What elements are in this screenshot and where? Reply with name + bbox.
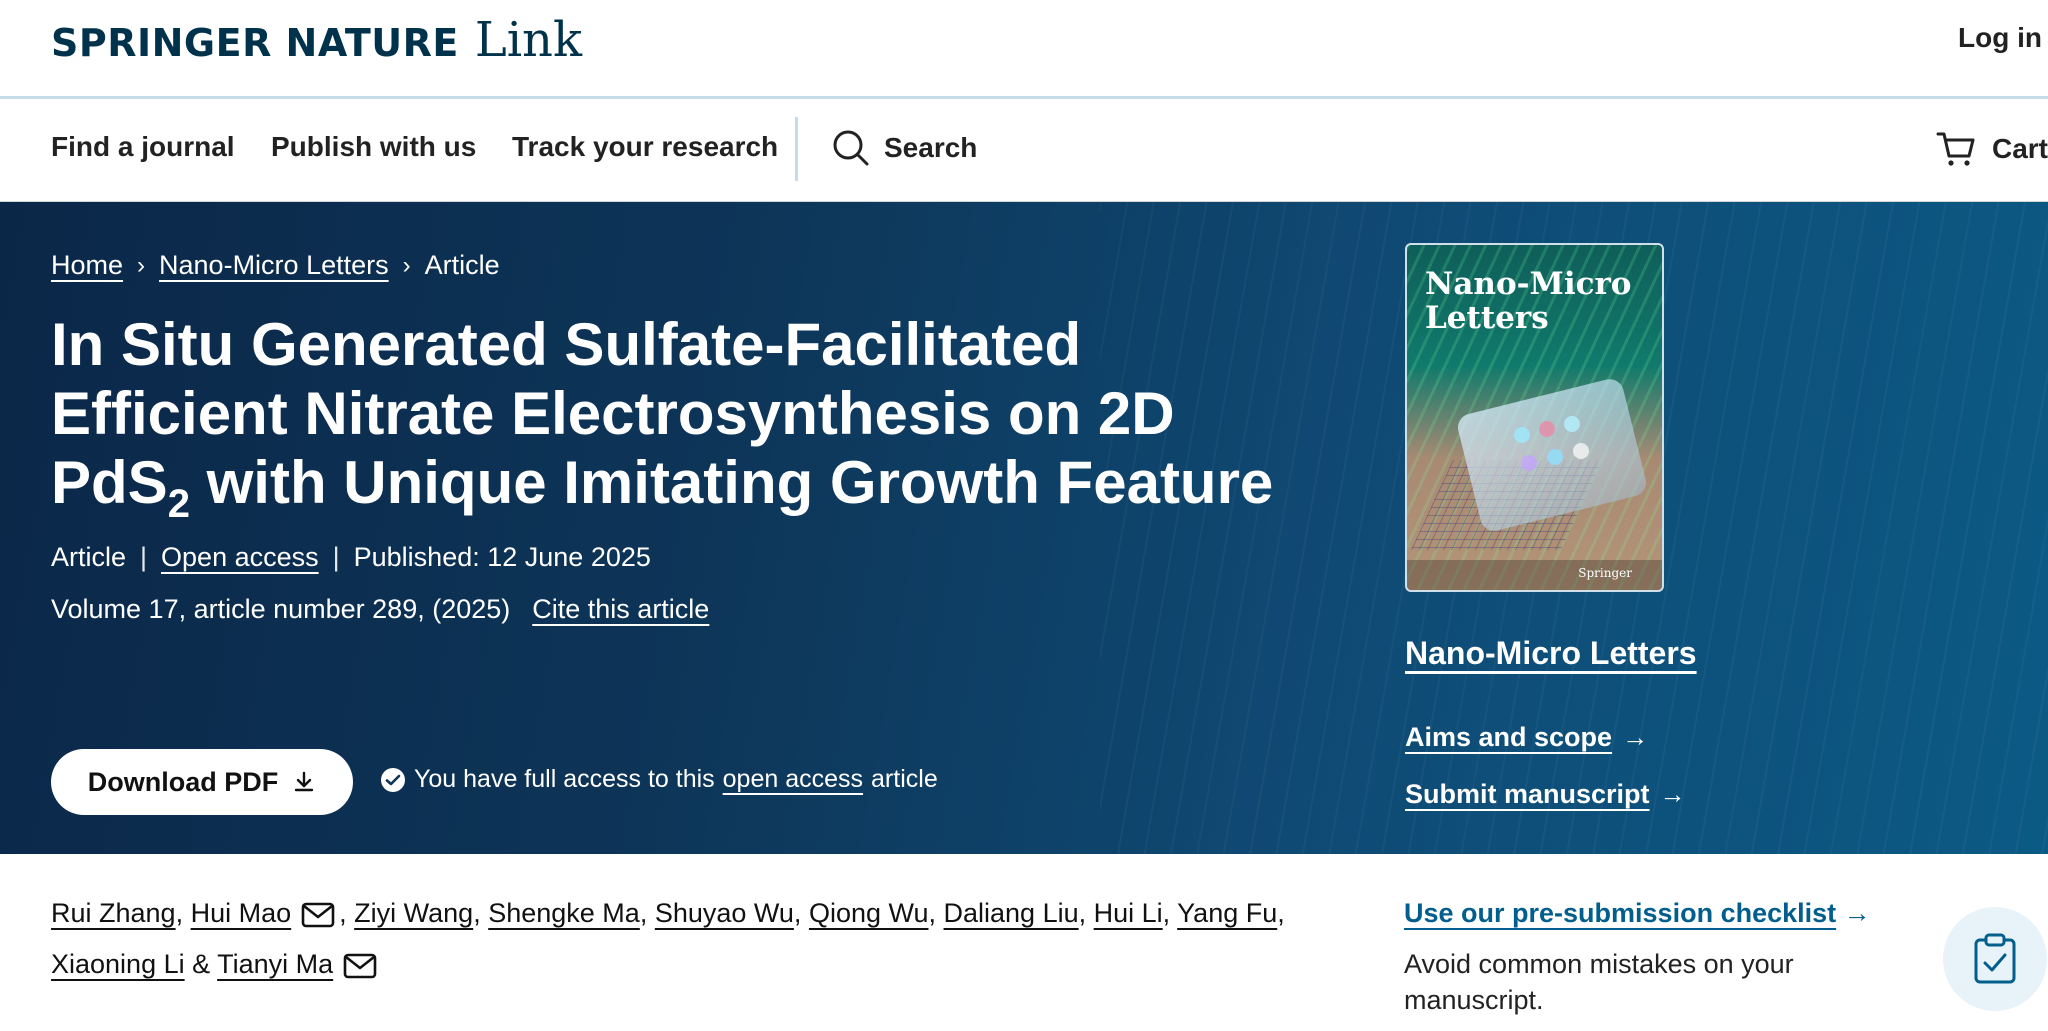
chevron-right-icon: › xyxy=(137,251,146,279)
download-pdf-button[interactable]: Download PDF xyxy=(51,749,353,815)
checklist-description: Avoid common mistakes on your manuscript… xyxy=(1404,949,1794,1015)
meta-separator: | xyxy=(332,542,340,572)
clipboard-check-icon xyxy=(1974,933,2016,984)
brand-main: SPRINGER NATURE xyxy=(51,21,459,65)
author-link[interactable]: Daliang Liu xyxy=(944,898,1079,928)
breadcrumb-journal[interactable]: Nano-Micro Letters xyxy=(159,250,389,281)
title-text-end: with Unique Imitating Growth Feature xyxy=(189,449,1274,516)
nav-divider xyxy=(795,117,798,181)
author-link[interactable]: Xiaoning Li xyxy=(51,949,185,979)
author-link[interactable]: Shengke Ma xyxy=(488,898,640,928)
cover-footer: Springer xyxy=(1407,560,1662,590)
access-notice: You have full access to this open access… xyxy=(380,765,938,794)
access-text-post: article xyxy=(871,765,938,793)
author-link[interactable]: Yang Fu xyxy=(1177,898,1277,928)
submit-manuscript-link[interactable]: Submit manuscript → xyxy=(1405,779,1686,810)
download-pdf-label: Download PDF xyxy=(87,766,279,797)
download-icon xyxy=(295,771,314,792)
main-nav: Find a journal Publish with us Track you… xyxy=(0,99,2048,202)
cover-title: Nano-Micro Letters xyxy=(1425,266,1632,336)
breadcrumb-home[interactable]: Home xyxy=(51,250,123,281)
breadcrumb-current: Article xyxy=(424,250,500,280)
pre-submission-checklist-link[interactable]: Use our pre-submission checklist → xyxy=(1404,898,1871,929)
access-text-pre: You have full access to this xyxy=(414,765,715,793)
article-volume: Volume 17, article number 289, (2025) xyxy=(51,594,511,624)
nav-publish-with-us[interactable]: Publish with us xyxy=(271,131,476,163)
search-icon xyxy=(833,130,869,166)
aims-scope-link[interactable]: Aims and scope → xyxy=(1405,722,1648,753)
mail-icon[interactable] xyxy=(343,953,377,979)
author-link[interactable]: Rui Zhang xyxy=(51,898,176,928)
cite-this-article-link[interactable]: Cite this article xyxy=(532,594,709,624)
published-date: Published: 12 June 2025 xyxy=(353,542,651,572)
article-type: Article xyxy=(51,542,127,572)
title-subscript: 2 xyxy=(167,482,190,526)
author-link[interactable]: Hui Li xyxy=(1094,898,1163,928)
access-open-access-link[interactable]: open access xyxy=(723,765,863,794)
author-list: Rui Zhang, Hui Mao, Ziyi Wang, Shengke M… xyxy=(51,898,1285,979)
checklist-badge xyxy=(1943,907,2047,1011)
site-header: SPRINGER NATURE Link Log in xyxy=(0,0,2048,99)
author-link[interactable]: Tianyi Ma xyxy=(217,949,333,979)
springer-nature-logo[interactable]: SPRINGER NATURE Link xyxy=(51,12,582,68)
chevron-right-icon: › xyxy=(402,251,411,279)
breadcrumb: Home › Nano-Micro Letters › Article xyxy=(51,250,500,281)
journal-cover-image[interactable]: Nano-Micro Letters Springer xyxy=(1405,243,1664,592)
nav-find-journal[interactable]: Find a journal xyxy=(51,131,235,163)
nav-track-research[interactable]: Track your research xyxy=(512,131,778,163)
check-circle-icon xyxy=(381,767,405,792)
cart-button[interactable]: Cart xyxy=(1936,129,2048,169)
login-link[interactable]: Log in xyxy=(1958,22,2042,54)
article-meta: Article | Open access | Published: 12 Ju… xyxy=(51,542,651,573)
article-hero: Home › Nano-Micro Letters › Article In S… xyxy=(0,202,2048,854)
search-label: Search xyxy=(884,132,978,163)
author-link[interactable]: Hui Mao xyxy=(191,898,292,928)
arrow-right-icon: → xyxy=(1659,779,1686,809)
cover-publisher: Springer xyxy=(1578,566,1632,580)
meta-separator: | xyxy=(140,542,148,572)
article-volume-row: Volume 17, article number 289, (2025) Cit… xyxy=(51,594,709,625)
cart-icon xyxy=(1936,132,1975,166)
mail-icon[interactable] xyxy=(301,902,335,928)
author-ampersand: & xyxy=(192,949,211,979)
cart-label: Cart xyxy=(1991,133,2048,164)
article-title: In Situ Generated Sulfate-Facilitated Ef… xyxy=(51,310,1311,526)
author-link[interactable]: Shuyao Wu xyxy=(655,898,794,928)
cover-decoration xyxy=(1514,416,1589,471)
aims-scope-label: Aims and scope xyxy=(1405,722,1613,752)
journal-name-link[interactable]: Nano-Micro Letters xyxy=(1405,635,1697,672)
author-link[interactable]: Ziyi Wang xyxy=(354,898,473,928)
search-button[interactable]: Search xyxy=(832,129,977,167)
submit-manuscript-label: Submit manuscript xyxy=(1405,779,1650,809)
arrow-right-icon: → xyxy=(1843,898,1871,928)
arrow-right-icon: → xyxy=(1622,722,1649,752)
brand-sub: Link xyxy=(474,12,583,68)
checklist-label: Use our pre-submission checklist xyxy=(1404,898,1837,928)
open-access-link[interactable]: Open access xyxy=(161,542,319,573)
author-link[interactable]: Qiong Wu xyxy=(809,898,929,928)
